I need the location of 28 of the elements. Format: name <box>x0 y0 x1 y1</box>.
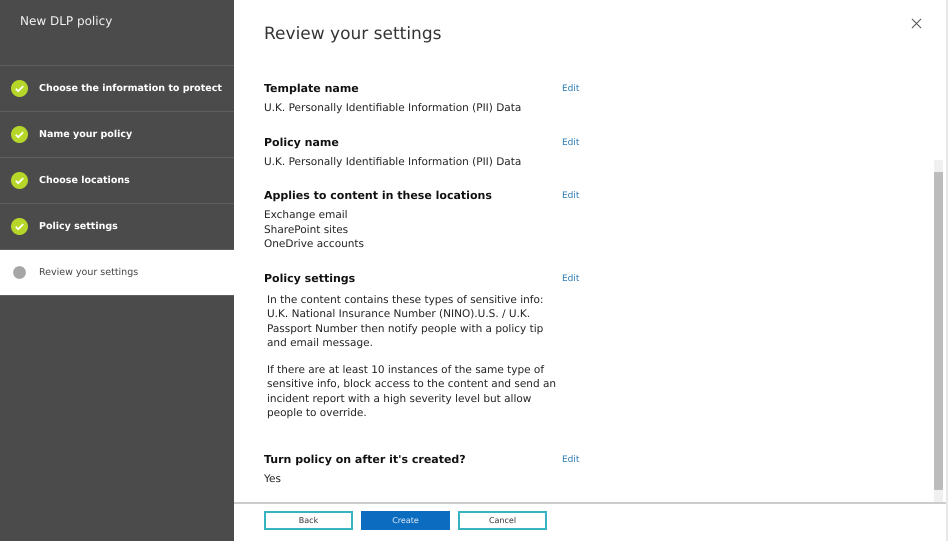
scrollbar[interactable] <box>934 160 943 502</box>
setting-value: OneDrive accounts <box>264 237 366 252</box>
secondary-button[interactable]: Back <box>264 511 353 530</box>
setting-value: Exchange email <box>264 208 349 222</box>
primary-button[interactable]: Create <box>361 511 450 530</box>
section-heading: Template name <box>264 82 360 95</box>
section-heading: Applies to content in these locations <box>264 189 493 202</box>
section-heading: Turn policy on after it's created? <box>264 452 467 466</box>
wizard-step[interactable]: Choose the information to protect <box>0 66 234 112</box>
edit-link[interactable]: Edit <box>562 191 580 252</box>
wizard-step[interactable]: Choose locations <box>0 158 234 204</box>
secondary-button[interactable]: Cancel <box>458 511 547 530</box>
edit-link[interactable]: Edit <box>562 274 580 432</box>
edit-link[interactable]: Edit <box>562 138 580 169</box>
panel-title: Review your settings <box>264 24 442 46</box>
setting-value: SharePoint sites <box>264 222 350 237</box>
edit-link[interactable]: Edit <box>562 454 580 486</box>
section-heading: Policy name <box>264 136 340 148</box>
wizard-step[interactable]: Review your settings <box>0 250 234 296</box>
setting-description: In the content contains these types of sensitive info: U.K. National Insurance Number (NINO).U.S. / U.K. Passport Number then notify people with a policy tip and email message. <box>267 292 544 350</box>
edit-link[interactable]: Edit <box>562 84 580 116</box>
setting-value: Yes <box>264 472 282 486</box>
setting-description: If there are at least 10 instances of the same type of sensitive info, block access to the content and send an incident report with a high severity level but allow people to override. <box>267 362 558 420</box>
setting-value: U.K. Personally Identifiable Information (PII) Data <box>264 154 522 169</box>
section-heading: Policy settings <box>264 272 356 284</box>
setting-value: U.K. Personally Identifiable Information (PII) Data <box>264 101 522 116</box>
close-icon[interactable] <box>911 18 922 29</box>
wizard-step[interactable]: Name your policy <box>0 112 234 158</box>
